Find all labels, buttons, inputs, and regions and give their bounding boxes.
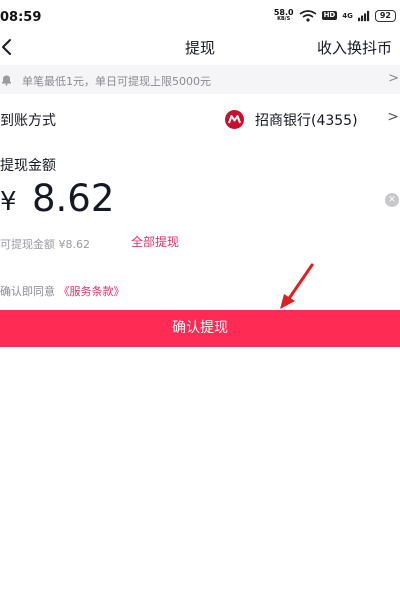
status-bar: 08:59 58.0 KB/S HD 4G 92 [0,0,400,34]
notice-bar[interactable]: 单笔最低1元，单日可提现上限5000元 > [0,65,400,94]
amount-input[interactable] [32,175,332,221]
signal-label: 4G [342,11,353,20]
bank-name: 招商银行(4355) [255,113,358,129]
battery-indicator: 92 [374,9,396,22]
bank-logo-icon [225,110,244,129]
amount-label: 提现金额 [0,158,56,174]
network-speed: 58.0 KB/S [274,9,294,22]
terms-of-service-link[interactable]: 《服务条款》 [59,285,125,298]
currency-sign: ¥ [0,187,17,217]
available-balance-text: 可提现金额 ¥8.62 [0,238,90,251]
payout-method-row[interactable]: 到账方式 招商银行(4355) > [0,104,400,134]
exchange-coins-link[interactable]: 收入换抖币 [317,37,392,58]
wifi-icon [299,9,317,22]
annotation-arrow-icon [280,263,314,309]
available-balance-row: 可提现金额 ¥8.62 全部提现 [0,233,179,251]
network-speed-unit: KB/S [277,16,291,22]
withdraw-all-link[interactable]: 全部提现 [131,233,179,250]
chevron-right-icon: > [388,71,399,86]
status-icons: 58.0 KB/S HD 4G 92 [274,9,396,22]
nav-bar: 提现 收入换抖币 [0,34,400,60]
chevron-right-icon: > [387,109,399,125]
agreement-row: 确认即同意 《服务条款》 [0,283,125,299]
clear-input-icon[interactable]: ✕ [385,193,399,207]
amount-row: ¥ ✕ [0,175,400,225]
hd-badge: HD [321,11,338,20]
signal-icon [357,10,370,21]
agreement-prefix: 确认即同意 [0,285,55,298]
bell-icon [2,75,11,86]
confirm-withdraw-button[interactable]: 确认提现 [0,310,400,347]
status-time: 08:59 [0,10,42,25]
payout-method-label: 到账方式 [0,113,56,129]
notice-text: 单笔最低1元，单日可提现上限5000元 [22,75,211,88]
